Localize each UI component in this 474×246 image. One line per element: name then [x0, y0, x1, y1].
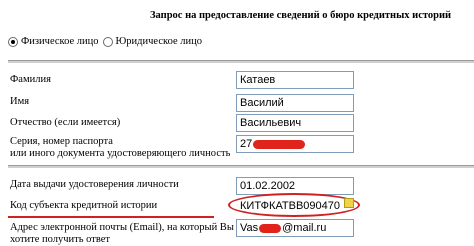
passport-label-line2: или иного документа удостоверяющего личн…: [10, 148, 231, 159]
radio-individual-label: Физическое лицо: [21, 36, 99, 47]
radio-legal[interactable]: [102, 36, 113, 47]
redaction-mark: [259, 223, 282, 233]
note-icon: [344, 198, 354, 208]
passport-value-visible: 27: [240, 138, 253, 150]
subject-code-label: Код субъекта кредитной истории: [10, 200, 158, 211]
surname-label: Фамилия: [10, 74, 51, 85]
passport-label: Серия, номер паспорта или иного документ…: [10, 136, 230, 160]
divider: [8, 60, 474, 63]
email-value-suffix: @mail.ru: [282, 222, 327, 234]
radio-legal-label: Юридическое лицо: [115, 36, 202, 47]
label-highlight-underline: [8, 216, 214, 218]
radio-individual[interactable]: [8, 36, 18, 47]
email-label-line1: Адрес электронной почты (Email), на кото…: [10, 222, 234, 233]
issue-date-label: Дата выдачи удостоверения личности: [10, 179, 179, 190]
divider: [8, 165, 474, 168]
person-type-radio-group: Физическое лицо Юридическое лицо: [8, 36, 206, 47]
patronymic-label: Отчество (если имеется): [10, 117, 121, 128]
email-label: Адрес электронной почты (Email), на кото…: [10, 222, 234, 246]
email-field[interactable]: Vas @mail.ru: [236, 219, 354, 237]
name-field[interactable]: Василий: [236, 94, 354, 112]
email-label-line2: хотите получить ответ: [10, 234, 111, 245]
email-value-prefix: Vas: [240, 222, 259, 234]
name-label: Имя: [10, 96, 30, 107]
passport-field[interactable]: 27: [236, 135, 354, 153]
redaction-mark: [253, 139, 306, 149]
page-title: Запрос на предоставление сведений о бюро…: [150, 10, 452, 21]
passport-label-line1: Серия, номер паспорта: [10, 136, 113, 147]
patronymic-field[interactable]: Васильевич: [236, 114, 354, 132]
surname-field[interactable]: Катаев: [236, 71, 354, 89]
field-highlight-ellipse: [228, 193, 360, 217]
